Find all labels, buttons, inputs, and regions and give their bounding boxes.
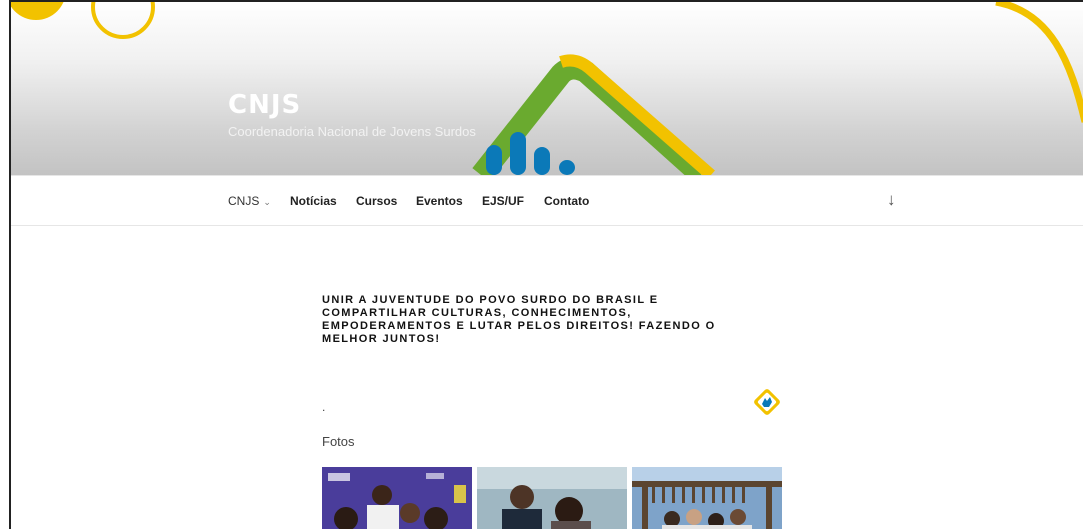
accessibility-hand-icon[interactable] [751,386,783,423]
tagline: Unir a juventude do Povo Surdo do Brasil… [322,294,716,345]
arrow-down-icon[interactable]: ↓ [887,190,896,210]
nav-item-noticias[interactable]: Notícias [290,194,337,208]
gallery-photo-3[interactable] [632,467,782,529]
main-navigation: CNJS ⌄ Notícias Cursos Eventos EJS/UF Con… [11,175,1083,226]
header-logo-art [11,2,1083,175]
page-frame: CNJS Coordenadoria Nacional de Jovens Su… [9,0,1083,529]
gallery-heading: Fotos [322,434,355,449]
gallery-photo-2[interactable] [477,467,627,529]
gallery-photo-1[interactable] [322,467,472,529]
chevron-down-icon: ⌄ [263,197,271,207]
site-description: Coordenadoria Nacional de Jovens Surdos [228,124,476,139]
nav-item-ejs-uf[interactable]: EJS/UF [482,194,524,208]
nav-item-eventos[interactable]: Eventos [416,194,463,208]
nav-item-label: CNJS [228,194,260,208]
nav-item-contato[interactable]: Contato [544,194,589,208]
nav-item-cursos[interactable]: Cursos [356,194,397,208]
separator-dot: . [322,400,326,414]
site-header: CNJS Coordenadoria Nacional de Jovens Su… [11,2,1083,175]
nav-item-cnjs[interactable]: CNJS ⌄ [228,194,271,208]
site-title[interactable]: CNJS [228,90,301,120]
